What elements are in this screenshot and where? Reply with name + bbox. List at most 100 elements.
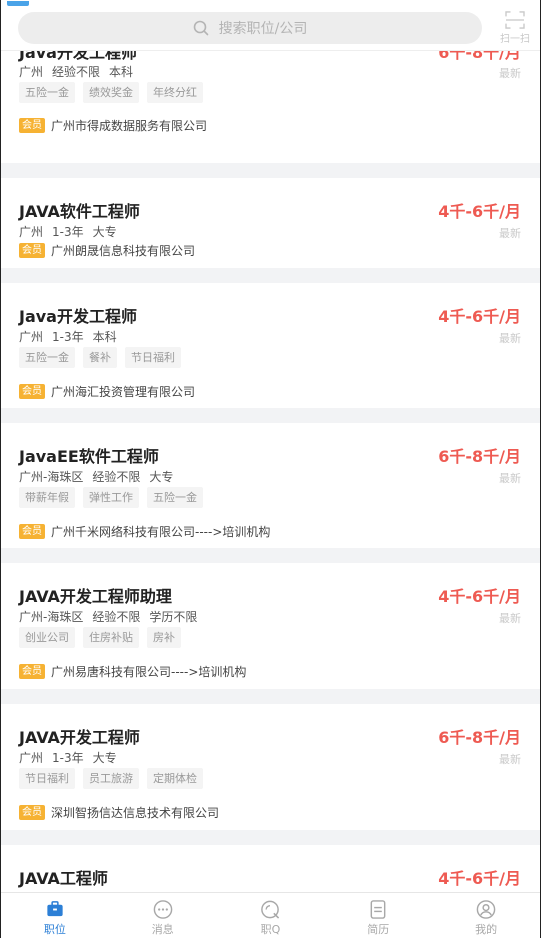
job-title: JAVA开发工程师助理 [19,587,172,606]
company-name: 广州易唐科技有限公司---->培训机构 [51,665,247,679]
benefit-tag: 五险一金 [19,82,75,103]
job-title: JAVA工程师 [19,869,108,888]
search-icon [193,20,208,36]
job-meta-item: 大专 [92,751,117,765]
latest-label: 最新 [499,753,521,766]
vip-badge: 会员 [19,384,45,399]
job-meta-item: 学历不限 [149,610,198,624]
job-meta-item: 1-3年 [52,225,84,239]
job-meta-item: 1-3年 [52,751,84,765]
benefit-tags: 创业公司 住房补贴 房补 [19,627,189,648]
search-input[interactable]: 搜索职位/公司 [18,12,482,44]
benefit-tag: 带薪年假 [19,487,75,508]
job-title: JavaEE软件工程师 [19,447,159,466]
message-icon [153,900,172,919]
job-title: JAVA软件工程师 [19,202,140,221]
company-row: 会员 广州市得成数据服务有限公司 [19,117,207,134]
benefit-tag: 定期体检 [147,768,203,789]
job-salary: 4千-6千/月 [438,202,521,221]
job-title: Java开发工程师 [19,307,137,326]
top-bar: 搜索职位/公司 扫一扫 [1,1,540,51]
bottom-tab-bar: 职位 消息 职Q 简历 我的 [1,892,540,937]
job-meta-item: 经验不限 [92,610,141,624]
job-meta: 广州-海珠区 经验不限 大专 [19,468,182,485]
benefit-tag: 员工旅游 [83,768,139,789]
job-meta-item: 大专 [92,225,117,239]
job-card[interactable]: JAVA开发工程师助理 4千-6千/月 广州-海珠区 经验不限 学历不限 最新 创业公司 住房… [1,563,540,689]
company-name: 广州海汇投资管理有限公司 [51,385,196,399]
job-meta-item: 广州-海珠区 [19,610,84,624]
benefit-tag: 五险一金 [19,347,75,368]
job-meta-item: 广州 [19,65,44,79]
tab-chat-q[interactable]: 职Q [217,893,325,937]
job-meta-item: 广州 [19,225,44,239]
job-salary: 4千-6千/月 [438,587,521,606]
job-meta: 广州 1-3年 大专 [19,749,126,766]
tab-label: 简历 [367,923,390,936]
tab-label: 消息 [151,923,174,936]
profile-icon [476,900,496,919]
job-salary: 4千-6千/月 [438,307,521,326]
benefit-tag: 餐补 [83,347,117,368]
latest-label: 最新 [499,67,521,80]
scan-label: 扫一扫 [500,34,530,45]
benefit-tags: 五险一金 餐补 节日福利 [19,347,189,368]
company-name: 广州市得成数据服务有限公司 [51,119,208,133]
job-meta-item: 广州 [19,330,44,344]
job-title: JAVA开发工程师 [19,728,140,747]
job-meta: 广州 1-3年 大专 [19,223,126,240]
company-name: 广州千米网络科技有限公司---->培训机构 [51,525,271,539]
job-salary: 4千-6千/月 [438,869,521,888]
tab-label: 职位 [43,923,66,936]
company-row: 会员 广州千米网络科技有限公司---->培训机构 [19,523,270,540]
company-name: 广州朗晟信息科技有限公司 [51,244,196,258]
benefit-tag: 房补 [147,627,181,648]
vip-badge: 会员 [19,664,45,679]
vip-badge: 会员 [19,805,45,820]
job-meta-item: 广州 [19,751,44,765]
latest-label: 最新 [499,332,521,345]
scan-icon [505,11,525,29]
benefit-tag: 弹性工作 [83,487,139,508]
company-row: 会员 广州海汇投资管理有限公司 [19,383,195,400]
resume-icon [370,900,386,919]
tab-profile[interactable]: 我的 [432,893,540,937]
company-row: 会员 广州易唐科技有限公司---->培训机构 [19,663,246,680]
tab-label: 我的 [475,923,498,936]
vip-badge: 会员 [19,118,45,133]
benefit-tag: 绩效奖金 [83,82,139,103]
benefit-tags: 五险一金 绩效奖金 年终分红 [19,82,211,103]
company-name: 深圳智扬信达信息技术有限公司 [51,806,220,820]
latest-label: 最新 [499,227,521,240]
job-meta-item: 1-3年 [52,330,84,344]
job-meta: 广州-海珠区 经验不限 学历不限 [19,608,206,625]
vip-badge: 会员 [19,243,45,258]
job-card[interactable]: JAVA开发工程师 6千-8千/月广州 1-3年 大专 最新节日福利 员工旅游 定期体检会员… [1,704,540,830]
tab-message[interactable]: 消息 [109,893,217,937]
chat-q-icon [261,900,280,919]
job-meta: 广州 经验不限 本科 [19,63,142,80]
scan-button[interactable]: 扫一扫 [500,11,530,45]
job-card[interactable]: JavaEE软件工程师 6千-8千/月广州-海珠区 经验不限 大专 最新带薪年假 弹性工作… [1,423,540,548]
tab-briefcase[interactable]: 职位 [1,893,109,937]
job-meta-item: 广州-海珠区 [19,470,84,484]
job-meta: 广州 1-3年 本科 [19,328,126,345]
job-meta-item: 经验不限 [92,470,141,484]
search-placeholder: 搜索职位/公司 [218,21,308,37]
job-meta-item: 本科 [109,65,134,79]
company-row: 会员 广州朗晟信息科技有限公司 [19,242,195,259]
briefcase-icon [47,901,63,917]
benefit-tag: 住房补贴 [83,627,139,648]
job-salary: 6千-8千/月 [438,728,521,747]
benefit-tag: 节日福利 [19,768,75,789]
tab-label: 职Q [260,923,281,936]
job-card[interactable]: Java开发工程师 4千-6千/月 广州 1-3年 本科 最新 五险一金 餐补 节日福利 会员 广州… [1,283,540,408]
benefit-tags: 节日福利 员工旅游 定期体检 [19,768,211,789]
benefit-tags: 带薪年假 弹性工作 五险一金 [19,487,211,508]
job-card[interactable]: JAVA软件工程师 4千-6千/月广州 1-3年 大专 最新会员 广州朗晟信息科技有限公司 [1,178,540,268]
job-salary: 6千-8千/月 [438,447,521,466]
tab-resume[interactable]: 简历 [324,893,432,937]
status-indicator [7,1,29,6]
job-meta-item: 经验不限 [52,65,101,79]
latest-label: 最新 [499,472,521,485]
